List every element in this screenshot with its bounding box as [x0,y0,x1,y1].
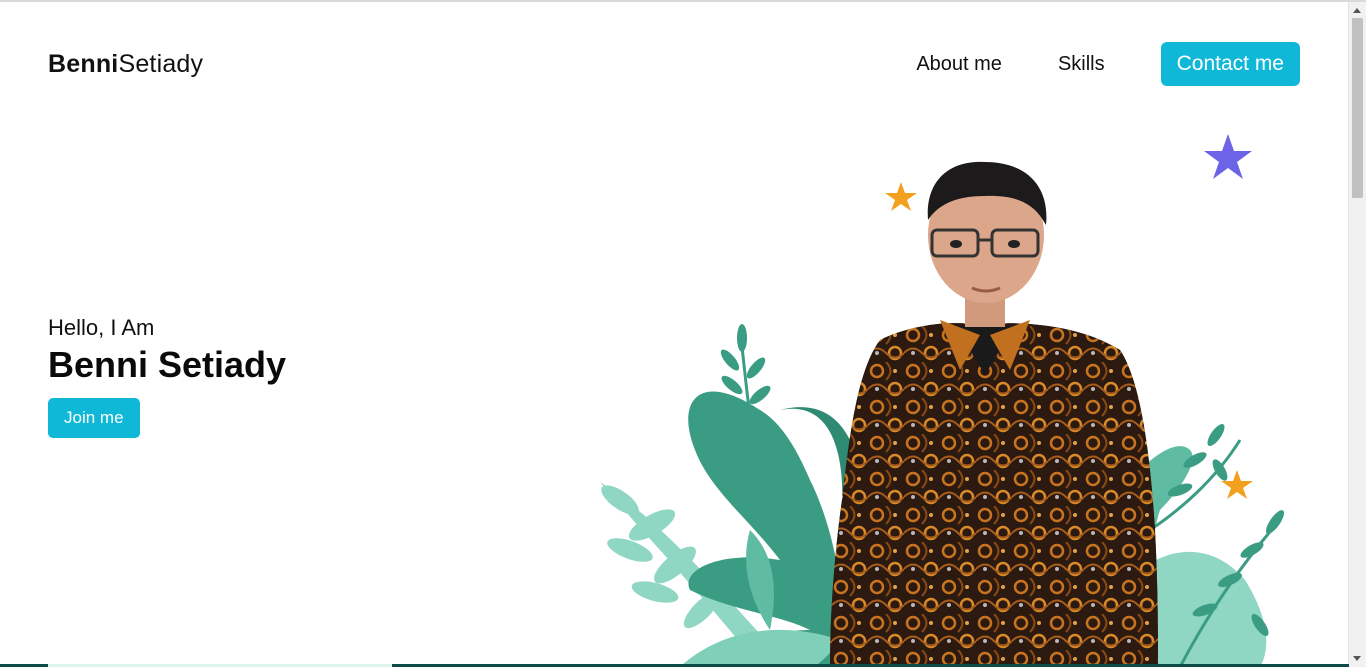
logo-first-name: Benni [48,50,119,78]
main-nav: About me Skills Contact me [916,42,1300,86]
hero-greeting: Hello, I Am [48,315,155,340]
scroll-down-arrow-icon[interactable] [1353,656,1361,661]
scroll-up-arrow-icon[interactable] [1353,8,1361,13]
page: BenniSetiady About me Skills Contact me … [0,0,1366,667]
star-icon [1204,134,1252,179]
logo-last-name: Setiady [118,50,204,78]
hero-name: Benni Setiady [48,344,287,385]
star-icon [885,182,917,211]
hero-text: Hello, I Am Benni Setiady Join me [48,313,286,438]
nav-about-link[interactable]: About me [916,53,1002,76]
hero-illustration [580,110,1320,667]
portrait-photo [830,161,1158,667]
hero-illustration-svg [600,134,1285,667]
join-me-button[interactable]: Join me [48,398,140,438]
scrollbar-thumb[interactable] [1352,18,1363,198]
window-top-border [0,0,1366,2]
vertical-scrollbar[interactable] [1348,2,1366,667]
site-logo[interactable]: BenniSetiady [48,48,203,80]
contact-me-button[interactable]: Contact me [1160,42,1300,86]
nav-skills-link[interactable]: Skills [1058,53,1105,76]
